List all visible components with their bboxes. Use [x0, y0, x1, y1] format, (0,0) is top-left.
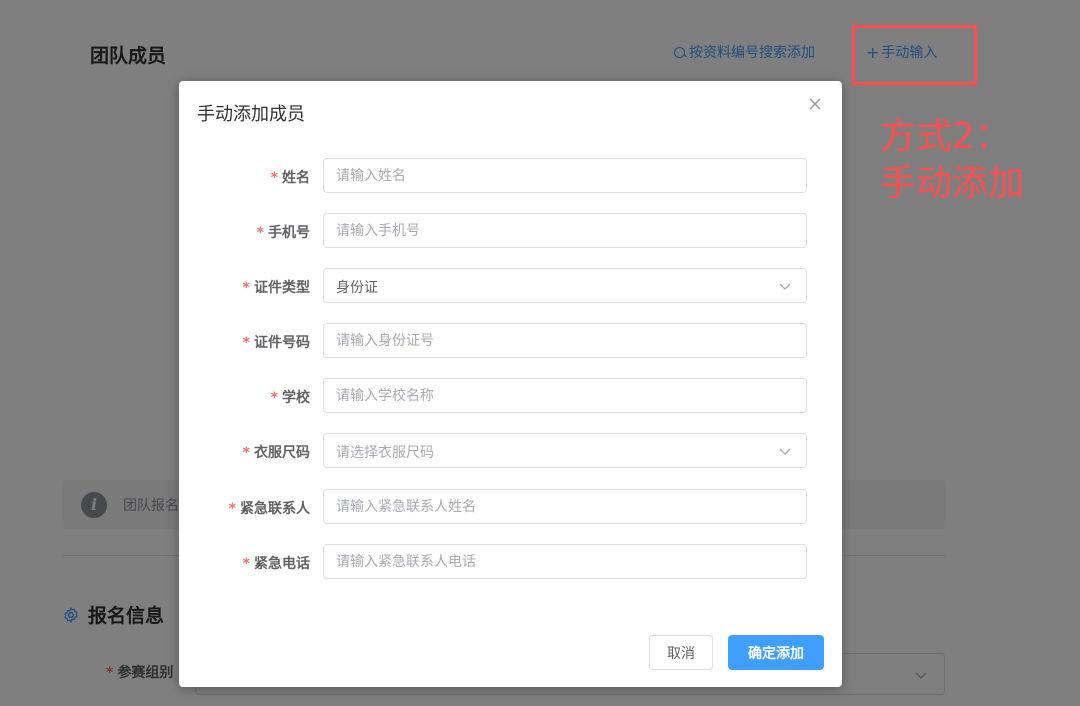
id-type-value: 身份证	[336, 280, 378, 296]
field-label: * 姓名	[271, 167, 310, 187]
id-number-input-wrapper	[323, 323, 807, 358]
field-label: * 紧急联系人	[229, 498, 310, 518]
field-label-text: 证件号码	[254, 335, 310, 351]
phone-input-wrapper	[323, 213, 807, 248]
school-input-wrapper	[323, 378, 807, 413]
annotation-line-2: 手动添加	[880, 163, 1025, 204]
id-number-input[interactable]	[324, 324, 766, 357]
cancel-button[interactable]: 取消	[649, 635, 713, 670]
size-select[interactable]: 请选择衣服尺码	[323, 433, 807, 468]
manual-add-dialog: 手动添加成员 *姓名 *手机号 *证件类型 身份证 *证件号码 *学校	[179, 81, 842, 687]
chevron-down-icon	[779, 283, 791, 290]
chevron-down-icon	[779, 448, 791, 455]
form-row-school: * 学校	[179, 378, 842, 414]
field-label: * 学校	[271, 387, 310, 407]
close-icon[interactable]	[808, 97, 822, 111]
form-row-id-number: * 证件号码	[179, 323, 842, 359]
required-mark: *	[242, 445, 250, 461]
emergency-phone-input-wrapper	[323, 544, 807, 579]
required-mark: *	[228, 501, 236, 517]
required-mark: *	[242, 335, 250, 351]
field-label-text: 学校	[282, 390, 310, 406]
id-type-select[interactable]: 身份证	[323, 268, 807, 303]
field-label: * 紧急电话	[243, 553, 310, 573]
name-input[interactable]	[324, 159, 766, 192]
school-input[interactable]	[324, 379, 766, 412]
form-row-id-type: * 证件类型 身份证	[179, 268, 842, 304]
annotation-line-1: 方式2：	[880, 116, 1011, 157]
field-label-text: 姓名	[282, 170, 310, 186]
form-row-name: * 姓名	[179, 158, 842, 194]
required-mark: *	[242, 556, 250, 572]
emergency-phone-input[interactable]	[324, 545, 766, 578]
field-label-text: 衣服尺码	[254, 445, 310, 461]
emergency-contact-input-wrapper	[323, 489, 807, 524]
field-label-text: 手机号	[268, 225, 310, 241]
required-mark: *	[242, 280, 250, 296]
field-label: * 手机号	[257, 222, 310, 242]
confirm-add-button[interactable]: 确定添加	[728, 635, 824, 670]
required-mark: *	[256, 225, 264, 241]
emergency-contact-input[interactable]	[324, 490, 766, 523]
annotation-highlight-box	[852, 25, 977, 85]
field-label-text: 紧急电话	[254, 556, 310, 572]
phone-input[interactable]	[324, 214, 766, 247]
size-placeholder: 请选择衣服尺码	[336, 445, 434, 461]
field-label-text: 证件类型	[254, 280, 310, 296]
field-label: * 证件类型	[243, 277, 310, 297]
field-label-text: 紧急联系人	[240, 501, 310, 517]
form-row-phone: * 手机号	[179, 213, 842, 249]
dialog-title: 手动添加成员	[197, 104, 305, 125]
form-row-emergency-phone: * 紧急电话	[179, 544, 842, 580]
field-label: * 衣服尺码	[243, 442, 310, 462]
required-mark: *	[270, 390, 278, 406]
field-label: * 证件号码	[243, 332, 310, 352]
required-mark: *	[270, 170, 278, 186]
annotation-text: 方式2： 手动添加	[880, 113, 1024, 207]
form-row-size: * 衣服尺码 请选择衣服尺码	[179, 433, 842, 469]
name-input-wrapper	[323, 158, 807, 193]
form-row-emergency-contact: * 紧急联系人	[179, 489, 842, 525]
